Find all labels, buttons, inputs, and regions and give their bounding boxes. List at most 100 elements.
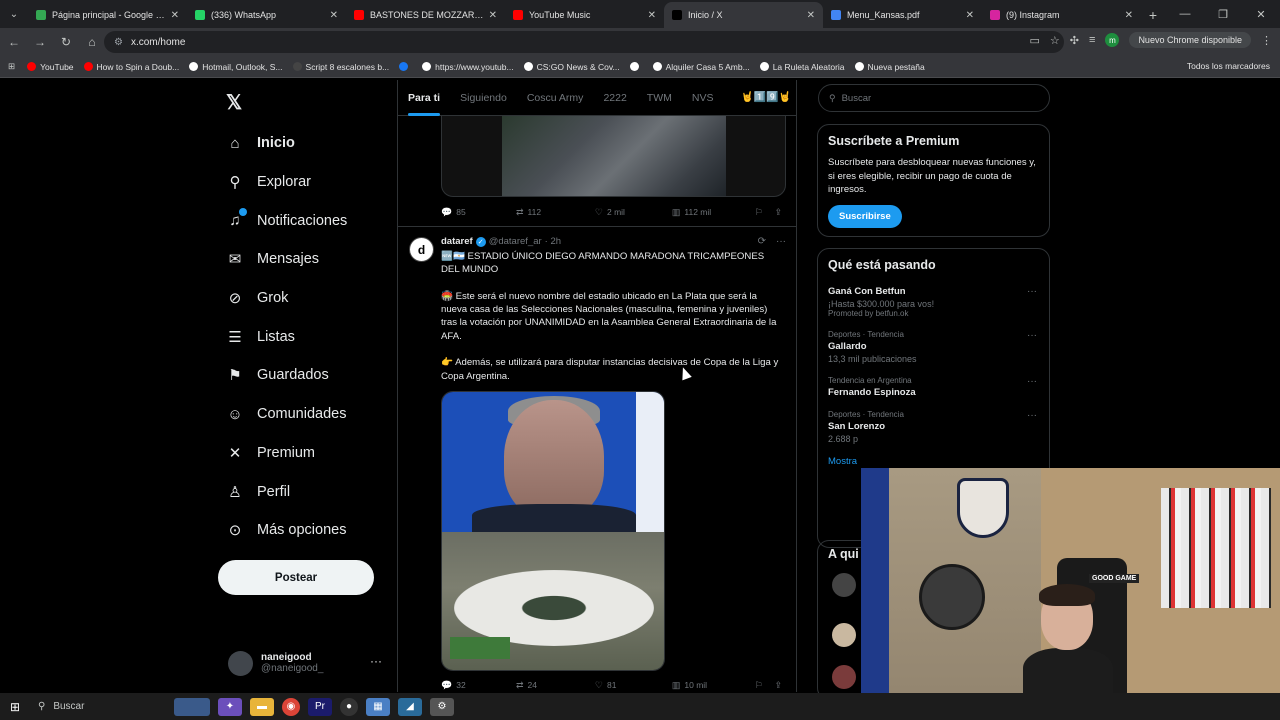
site-info-icon[interactable]: ⚙ bbox=[114, 37, 123, 48]
bookmark-item[interactable]: YouTube bbox=[27, 62, 74, 72]
nav-item-comunidades[interactable]: ☺ Comunidades bbox=[226, 395, 347, 434]
close-tab-icon[interactable]: ✕ bbox=[648, 10, 656, 21]
like-button[interactable]: ♡ 2 mil bbox=[595, 207, 672, 218]
trend-more-icon[interactable]: ··· bbox=[1027, 376, 1037, 387]
trend-more-icon[interactable]: ··· bbox=[1027, 410, 1037, 421]
trend-item[interactable]: Ganá Con Betfun ¡Hasta $300.000 para vos!… bbox=[828, 286, 1039, 318]
avatar[interactable] bbox=[832, 623, 856, 647]
close-tab-icon[interactable]: ✕ bbox=[966, 10, 974, 21]
close-tab-icon[interactable]: ✕ bbox=[1125, 10, 1133, 21]
repost-button[interactable]: ⇄ 24 bbox=[516, 680, 595, 691]
chrome-update-button[interactable]: Nuevo Chrome disponible bbox=[1129, 32, 1251, 48]
browser-tab[interactable]: Página principal - Google Drive ✕ bbox=[28, 2, 187, 28]
share-button[interactable]: ⇪ bbox=[774, 680, 786, 691]
avatar[interactable] bbox=[832, 665, 856, 689]
tab-2222[interactable]: 2222 bbox=[593, 80, 636, 116]
taskbar-search[interactable]: ⚲ Buscar bbox=[30, 701, 170, 712]
browser-tab[interactable]: Inicio / X ✕ bbox=[664, 2, 823, 28]
nav-item-más-opciones[interactable]: ⊙ Más opciones bbox=[226, 511, 347, 550]
post-time[interactable]: · 2h bbox=[545, 236, 561, 247]
reload-icon[interactable]: ↻ bbox=[54, 30, 78, 54]
views-button[interactable]: ▥ 112 mil bbox=[672, 207, 755, 218]
extensions-icon[interactable]: ✣ bbox=[1070, 34, 1079, 47]
calculator-icon[interactable]: ▦ bbox=[366, 697, 390, 716]
tab-emoji-list[interactable]: 🤘1️⃣9️⃣🤘 bbox=[741, 92, 791, 103]
avatar[interactable] bbox=[832, 573, 856, 597]
show-more-link[interactable]: Mostra bbox=[828, 456, 1039, 467]
reply-button[interactable]: 💬 85 bbox=[441, 207, 516, 218]
nav-item-listas[interactable]: ☰ Listas bbox=[226, 317, 347, 356]
home-page-icon[interactable]: ⌂ bbox=[80, 30, 104, 54]
browser-tab[interactable]: Menu_Kansas.pdf ✕ bbox=[823, 2, 982, 28]
like-button[interactable]: ♡ 81 bbox=[595, 680, 672, 691]
bookmark-item[interactable]: La Ruleta Aleatoria bbox=[759, 62, 845, 72]
tab-twm[interactable]: TWM bbox=[637, 80, 682, 116]
account-switcher[interactable]: naneigood @naneigood_ ··· bbox=[228, 648, 388, 678]
author-handle[interactable]: @dataref_ar bbox=[489, 236, 542, 247]
post-more-icon[interactable]: ··· bbox=[776, 236, 786, 247]
search-input[interactable]: ⚲ Buscar bbox=[818, 84, 1050, 112]
tab-nvs[interactable]: NVS bbox=[682, 80, 724, 116]
nav-item-guardados[interactable]: ⚑ Guardados bbox=[226, 356, 347, 395]
bookmark-item[interactable]: CS:GO News & Cov... bbox=[523, 62, 620, 72]
url-bar[interactable]: ⚙ x.com/home bbox=[104, 31, 1064, 53]
tab-coscu-army[interactable]: Coscu Army bbox=[517, 80, 594, 116]
nav-item-inicio[interactable]: ⌂ Inicio bbox=[226, 124, 347, 163]
settings-gear-icon[interactable]: ⚙ bbox=[430, 697, 454, 716]
apps-icon[interactable]: ⊞ bbox=[8, 61, 15, 72]
nav-item-premium[interactable]: ✕ Premium bbox=[226, 434, 347, 473]
copilot-icon[interactable]: ✦ bbox=[218, 697, 242, 716]
folder-icon[interactable]: ▬ bbox=[250, 697, 274, 716]
app-icon[interactable]: ◢ bbox=[398, 697, 422, 716]
share-button[interactable]: ⇪ bbox=[774, 207, 786, 218]
bookmark-item[interactable]: Script 8 escalones b... bbox=[292, 62, 389, 72]
browser-tab[interactable]: BASTONES DE MOZZARELL ✕ bbox=[346, 2, 505, 28]
grok-actions-icon[interactable]: ⟳ bbox=[758, 236, 766, 247]
close-tab-icon[interactable]: ✕ bbox=[330, 10, 338, 21]
new-tab-button[interactable]: + bbox=[1141, 2, 1165, 28]
x-logo-icon[interactable]: 𝕏 bbox=[226, 90, 242, 115]
cast-icon[interactable]: ▭ bbox=[1030, 34, 1040, 47]
bookmark-button[interactable]: ⚐ bbox=[755, 680, 775, 691]
profile-avatar[interactable]: m bbox=[1105, 33, 1120, 47]
author-avatar[interactable]: d bbox=[409, 237, 434, 262]
nav-item-explorar[interactable]: ⚲ Explorar bbox=[226, 163, 347, 202]
back-icon[interactable]: ← bbox=[2, 30, 26, 54]
post-media[interactable] bbox=[441, 391, 665, 671]
tab-para-ti[interactable]: Para ti bbox=[398, 80, 450, 116]
reply-button[interactable]: 💬 32 bbox=[441, 680, 516, 691]
bookmark-item[interactable]: Alquiler Casa 5 Amb... bbox=[652, 62, 750, 72]
browser-tab[interactable]: YouTube Music ✕ bbox=[505, 2, 664, 28]
more-icon[interactable]: ··· bbox=[370, 654, 382, 668]
all-bookmarks-link[interactable]: Todos los marcadores bbox=[1187, 61, 1270, 71]
previous-post-media[interactable] bbox=[441, 116, 786, 197]
close-tab-icon[interactable]: ✕ bbox=[807, 10, 815, 21]
maximize-icon[interactable]: ❐ bbox=[1204, 0, 1242, 28]
premiere-icon[interactable]: Pr bbox=[308, 697, 332, 716]
views-button[interactable]: ▥ 10 mil bbox=[672, 680, 755, 691]
obs-icon[interactable]: ● bbox=[340, 697, 358, 716]
tab-siguiendo[interactable]: Siguiendo bbox=[450, 80, 517, 116]
trend-more-icon[interactable]: ··· bbox=[1027, 286, 1037, 297]
bookmark-item[interactable]: Nueva pestaña bbox=[854, 62, 925, 72]
forward-icon[interactable]: → bbox=[28, 30, 52, 54]
close-window-icon[interactable]: ✕ bbox=[1242, 0, 1280, 28]
author-name[interactable]: dataref bbox=[441, 236, 473, 247]
chrome-icon[interactable]: ◉ bbox=[282, 697, 300, 716]
close-tab-icon[interactable]: ✕ bbox=[171, 10, 179, 21]
tab-search-icon[interactable]: ⌄ bbox=[0, 0, 28, 28]
bookmark-item[interactable] bbox=[629, 62, 643, 72]
bookmark-item[interactable] bbox=[399, 62, 412, 72]
browser-tab[interactable]: (9) Instagram ✕ bbox=[982, 2, 1141, 28]
post-button[interactable]: Postear bbox=[218, 560, 374, 595]
nav-item-mensajes[interactable]: ✉ Mensajes bbox=[226, 240, 347, 279]
trend-item[interactable]: Deportes · Tendencia Gallardo 13,3 mil pub… bbox=[828, 330, 1039, 364]
minimize-icon[interactable]: — bbox=[1166, 0, 1204, 28]
nav-item-notificaciones[interactable]: ♫ Notificaciones bbox=[226, 201, 347, 240]
trend-item[interactable]: Deportes · Tendencia San Lorenzo 2.688 p ··… bbox=[828, 410, 1039, 444]
star-icon[interactable]: ☆ bbox=[1050, 34, 1060, 47]
browser-tab[interactable]: (336) WhatsApp ✕ bbox=[187, 2, 346, 28]
bookmark-item[interactable]: How to Spin a Doub... bbox=[83, 62, 179, 72]
bookmark-item[interactable]: https://www.youtub... bbox=[422, 62, 514, 72]
bookmark-button[interactable]: ⚐ bbox=[755, 207, 775, 218]
